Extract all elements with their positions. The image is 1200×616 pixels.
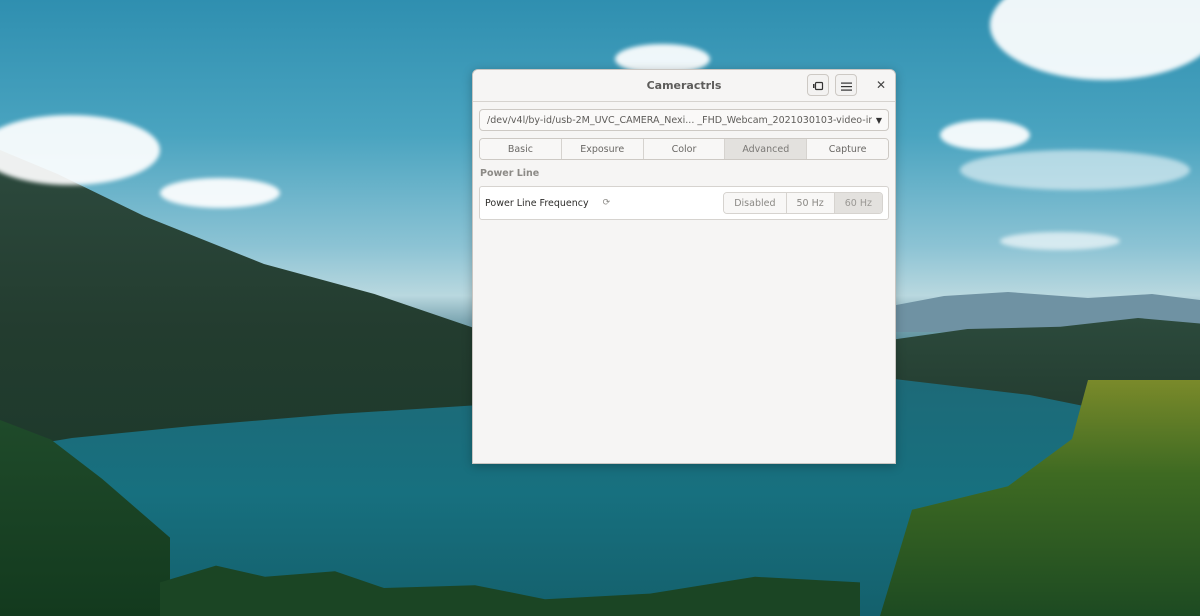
- wallpaper-cloud: [1000, 232, 1120, 250]
- tab-exposure[interactable]: Exposure: [561, 139, 644, 159]
- desktop-background: Cameractrls ✕ /dev/v4l/by-id/usb-2M_UVC_…: [0, 0, 1200, 616]
- wallpaper-trees-bottom: [160, 565, 860, 616]
- headerbar: Cameractrls ✕: [473, 70, 895, 102]
- wallpaper-trees-bottom-right: [880, 380, 1200, 616]
- category-tabs: Basic Exposure Color Advanced Capture: [479, 138, 889, 160]
- preview-button[interactable]: [807, 74, 829, 96]
- wallpaper-cloud: [960, 150, 1190, 190]
- wallpaper-cloud: [990, 0, 1200, 80]
- main-menu-button[interactable]: [835, 74, 857, 96]
- tab-advanced[interactable]: Advanced: [725, 139, 808, 159]
- tab-capture[interactable]: Capture: [807, 139, 888, 159]
- window-title: Cameractrls: [646, 79, 722, 92]
- power-line-frequency-row: Power Line Frequency ⟳ Disabled 50 Hz 60…: [479, 186, 889, 220]
- device-path: /dev/v4l/by-id/usb-2M_UVC_CAMERA_Nexi...…: [487, 114, 872, 126]
- close-button[interactable]: ✕: [871, 75, 891, 95]
- option-60hz-button[interactable]: 60 Hz: [834, 193, 882, 213]
- power-line-frequency-selector: Disabled 50 Hz 60 Hz: [723, 192, 883, 214]
- device-selector[interactable]: /dev/v4l/by-id/usb-2M_UVC_CAMERA_Nexi...…: [479, 109, 889, 131]
- close-icon: ✕: [875, 78, 887, 92]
- hamburger-menu-icon: [840, 76, 852, 95]
- tab-basic[interactable]: Basic: [480, 139, 562, 159]
- tab-color[interactable]: Color: [643, 139, 726, 159]
- main-content: /dev/v4l/by-id/usb-2M_UVC_CAMERA_Nexi...…: [473, 102, 895, 220]
- cameractrls-window: Cameractrls ✕ /dev/v4l/by-id/usb-2M_UVC_…: [472, 69, 896, 464]
- wallpaper-trees-bottom-left: [0, 420, 170, 616]
- section-title-power-line: Power Line: [480, 168, 540, 179]
- wallpaper-cloud: [160, 178, 280, 208]
- wallpaper-cloud: [0, 115, 160, 185]
- reset-icon[interactable]: ⟳: [603, 198, 611, 208]
- wallpaper-cloud: [940, 120, 1030, 150]
- option-disabled-button[interactable]: Disabled: [724, 193, 787, 213]
- power-line-frequency-label: Power Line Frequency: [485, 197, 589, 209]
- chevron-down-icon: ▼: [875, 115, 882, 125]
- camera-preview-icon: [812, 76, 824, 95]
- option-50hz-button[interactable]: 50 Hz: [786, 193, 835, 213]
